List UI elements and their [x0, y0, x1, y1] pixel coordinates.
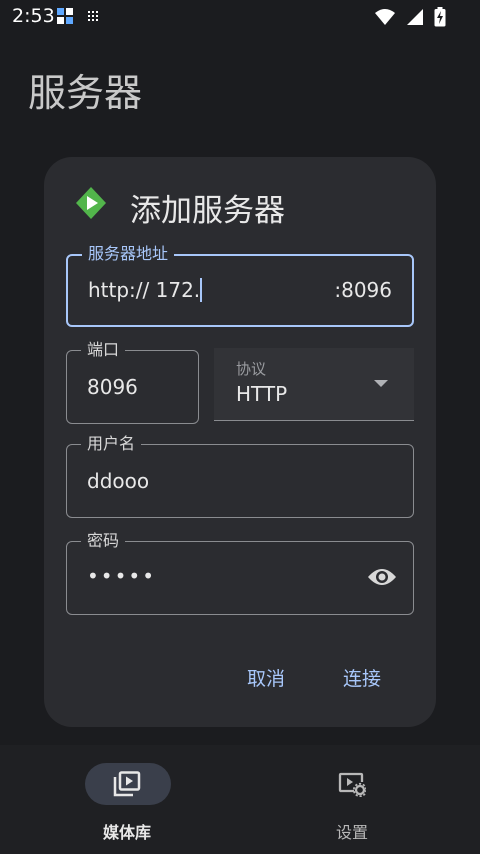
server-address-label: 服务器地址	[82, 243, 175, 265]
app-notification-icon	[57, 8, 73, 24]
nav-item-media-library[interactable]: 媒体库	[67, 763, 187, 843]
port-label: 端口	[81, 339, 126, 361]
grid-notification-icon	[88, 11, 98, 21]
battery-charging-icon	[434, 7, 446, 27]
wifi-icon	[375, 9, 395, 25]
connect-button[interactable]: 连接	[343, 664, 381, 691]
nav-item-settings[interactable]: 设置	[292, 763, 412, 843]
add-server-dialog: 添加服务器 服务器地址 http:// 172. :8096 端口 8096 协…	[44, 157, 436, 727]
port-field[interactable]: 端口 8096	[66, 339, 199, 424]
emby-logo-icon	[76, 187, 106, 219]
video-settings-icon	[338, 772, 366, 797]
text-cursor	[200, 278, 203, 302]
status-bar: 2:53	[0, 0, 480, 34]
password-field[interactable]: 密码 •••••	[66, 530, 414, 615]
password-label: 密码	[81, 530, 126, 552]
dialog-title: 添加服务器	[130, 193, 285, 229]
show-password-icon[interactable]	[367, 566, 397, 588]
video-library-icon	[113, 771, 141, 797]
dropdown-arrow-icon	[374, 380, 388, 387]
username-field[interactable]: 用户名 ddooo	[66, 433, 414, 518]
nav-label-media-library: 媒体库	[102, 823, 151, 842]
status-time: 2:53	[12, 5, 55, 27]
server-address-port-suffix: :8096	[334, 278, 392, 302]
cancel-button[interactable]: 取消	[247, 664, 285, 691]
bottom-navigation: 媒体库 设置	[0, 745, 480, 854]
page-title: 服务器	[28, 71, 143, 115]
server-address-value: http:// 172.	[88, 278, 201, 302]
server-address-field[interactable]: 服务器地址 http:// 172. :8096	[66, 243, 414, 327]
protocol-dropdown[interactable]: 协议 HTTP	[214, 348, 414, 421]
username-value: ddooo	[87, 469, 150, 493]
port-value: 8096	[87, 375, 138, 399]
protocol-label: 协议	[236, 360, 267, 378]
protocol-value: HTTP	[236, 382, 288, 406]
nav-label-settings: 设置	[335, 823, 368, 842]
username-label: 用户名	[81, 433, 142, 455]
server-address-input[interactable]: http:// 172.	[88, 278, 203, 302]
password-value: •••••	[87, 564, 156, 588]
status-icons	[374, 7, 446, 27]
signal-icon	[407, 9, 423, 25]
